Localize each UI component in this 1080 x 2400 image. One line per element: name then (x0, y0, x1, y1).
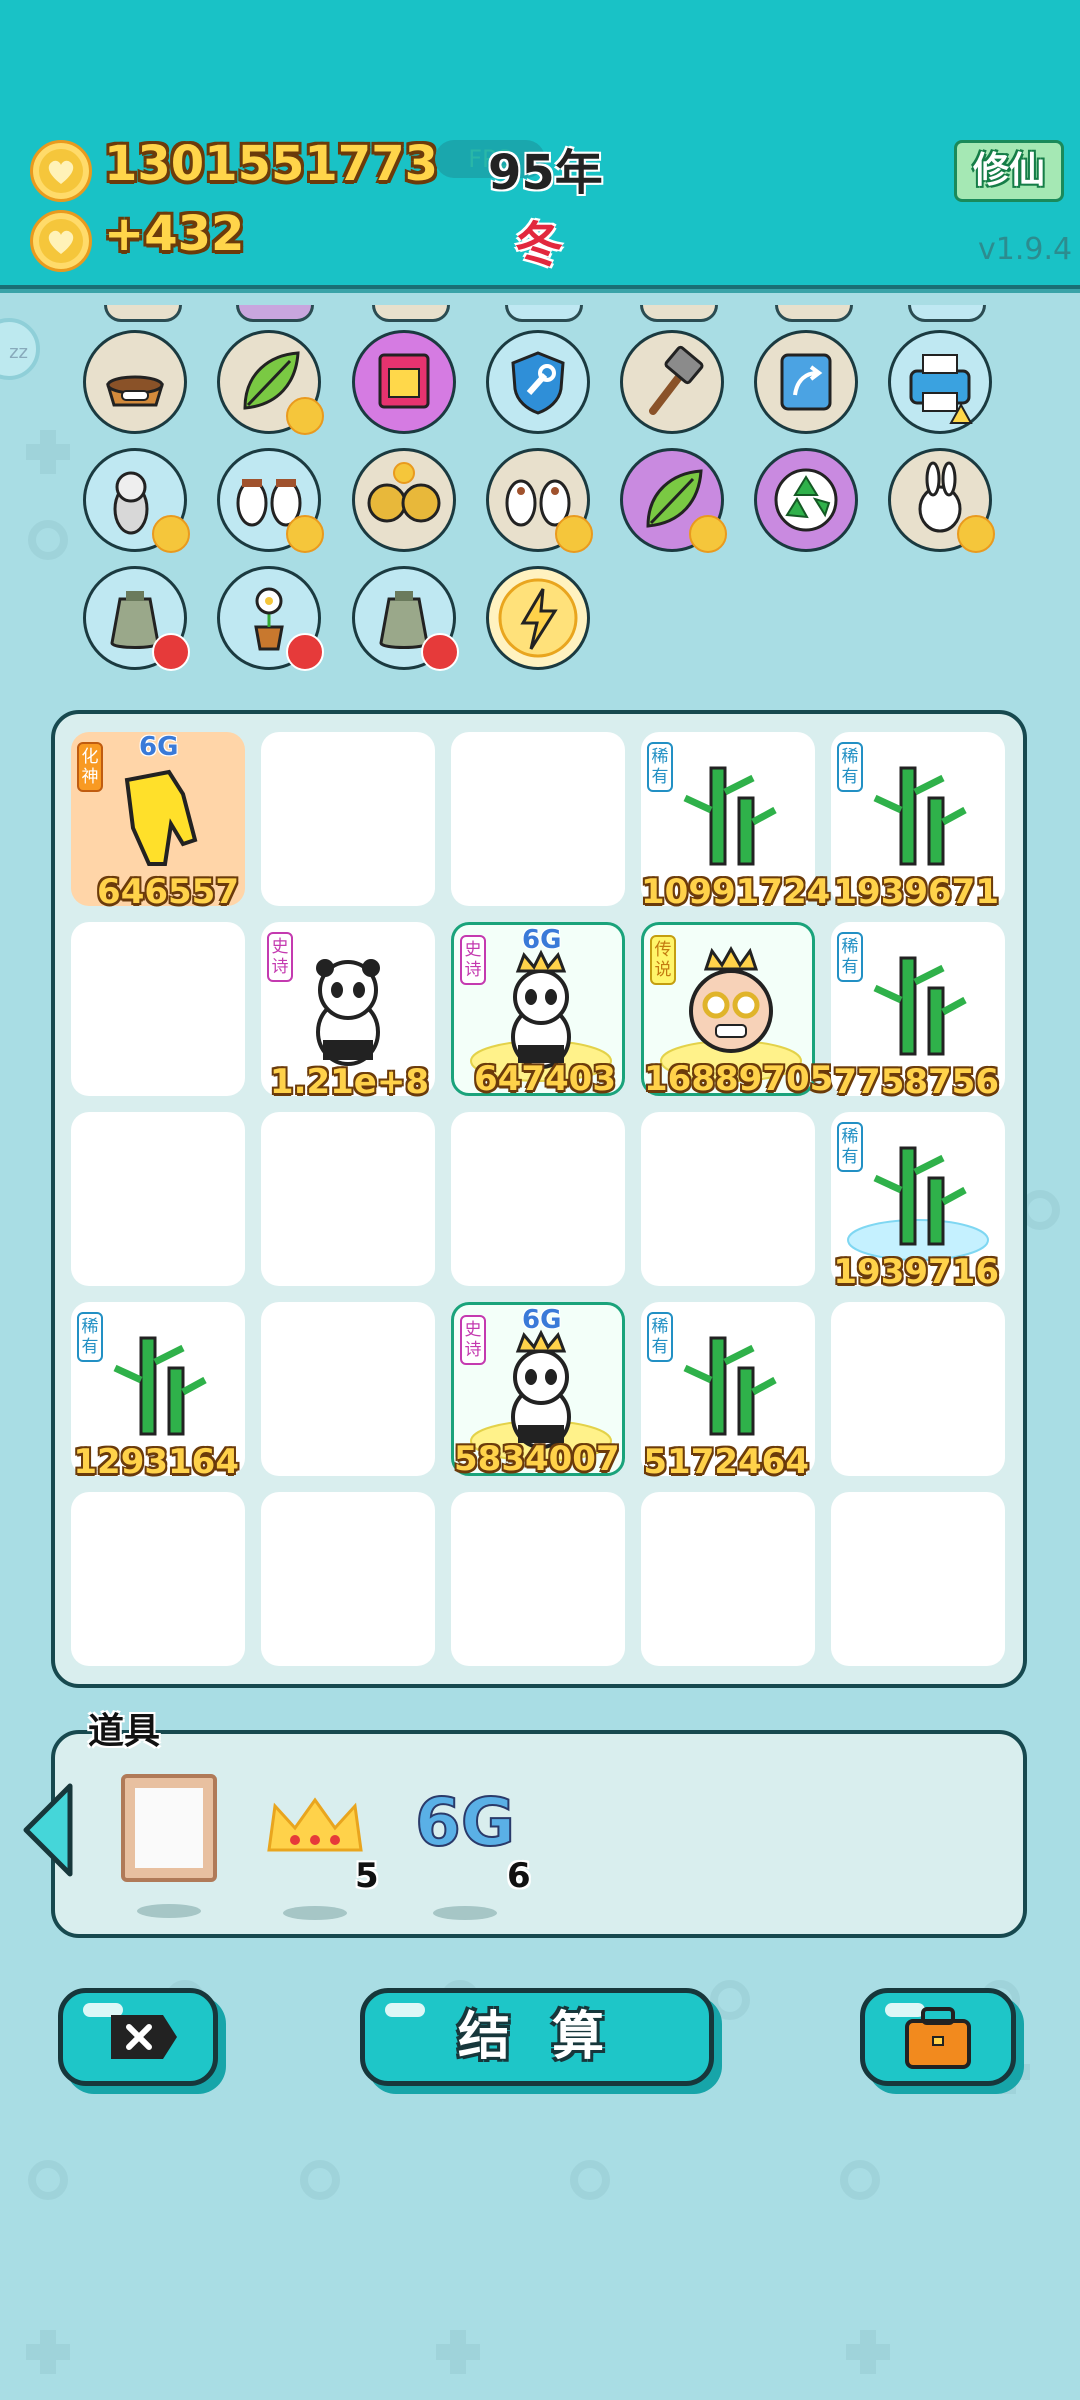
board-cell[interactable]: 稀有 7758756 (831, 922, 1005, 1102)
board-cell[interactable] (71, 1112, 245, 1286)
game-board: 化神 6G 646557 稀有 10991724 稀有 1939671 史诗 1… (51, 710, 1027, 1688)
board-cell[interactable] (831, 1492, 1005, 1666)
frame-icon (121, 1774, 217, 1882)
leaf-purple-icon[interactable] (620, 448, 727, 553)
briefcase-icon (905, 2007, 971, 2069)
heart-badge-icon (957, 515, 995, 553)
board-cell[interactable] (71, 1492, 245, 1666)
recycle-icon[interactable] (754, 448, 858, 552)
coin-icon (30, 140, 92, 202)
board-cell[interactable] (451, 732, 625, 906)
arrow-card-icon[interactable] (754, 330, 858, 434)
board-cell[interactable]: 史诗 6G 647403 (451, 922, 625, 1099)
xiuxian-button[interactable]: 修仙 (954, 140, 1064, 202)
board-cell[interactable] (831, 1302, 1005, 1476)
scroll-peek-icon (908, 305, 986, 322)
heart-badge-icon (286, 515, 324, 553)
board-cell[interactable]: 史诗 6G 5834007 (451, 1302, 625, 1479)
cell-value: 1293164 (73, 1442, 239, 1482)
scroll-peek-icon (236, 305, 314, 322)
coin-count: 1301551773 (104, 136, 438, 192)
version-label: v1.9.4 (978, 232, 1073, 267)
twin-cats-icon[interactable] (352, 448, 456, 552)
twin-horses-icon[interactable] (217, 448, 324, 553)
cell-value: 10991724 (641, 872, 831, 912)
six-g-count: 6 (507, 1856, 531, 1896)
board-cell[interactable] (451, 1492, 625, 1666)
six-g-tool[interactable]: 6G 6 (414, 1783, 531, 1920)
board-cell[interactable] (261, 1492, 435, 1666)
shield-wrench-icon[interactable] (486, 330, 590, 434)
crown-tool[interactable]: 5 (265, 1794, 379, 1920)
settle-button[interactable]: 结 算 (360, 1988, 714, 2086)
income-coin-icon (30, 210, 92, 272)
remove-badge-icon (421, 633, 459, 671)
bag-button[interactable] (860, 1988, 1016, 2086)
twin-cows-icon[interactable] (486, 448, 593, 553)
potted-flower-icon[interactable] (217, 566, 324, 671)
heart-badge-icon (555, 515, 593, 553)
hammer-icon[interactable] (620, 330, 724, 434)
board-cell[interactable] (451, 1112, 625, 1286)
cell-value: 5834007 (454, 1439, 620, 1479)
board-cell[interactable]: 史诗 1.21e+8 (261, 922, 435, 1102)
sack-icon[interactable] (83, 566, 190, 671)
cell-value: 646557 (97, 872, 239, 912)
board-cell[interactable] (261, 732, 435, 906)
cell-value: 647403 (474, 1059, 616, 1099)
rabbit-icon[interactable] (888, 448, 995, 553)
cell-value: 7758756 (833, 1062, 999, 1102)
tools-panel: 5 6G 6 (51, 1730, 1027, 1938)
season-label: 冬 (515, 217, 564, 273)
scroll-left-icon[interactable] (18, 1780, 78, 1880)
board-cell[interactable] (261, 1302, 435, 1476)
cell-value: 5172464 (643, 1442, 809, 1482)
scroll-peek-icon (505, 305, 583, 322)
leaf-icon[interactable] (217, 330, 324, 435)
frame-tool[interactable] (119, 1772, 219, 1918)
cell-value: 1939716 (833, 1252, 999, 1292)
board-cell[interactable]: 稀有 1939716 (831, 1112, 1005, 1292)
lightning-icon[interactable] (486, 566, 590, 670)
remove-badge-icon (286, 633, 324, 671)
scroll-peek-icon (775, 305, 853, 322)
scroll-peek-icon (372, 305, 450, 322)
close-icon (111, 2015, 177, 2059)
close-button[interactable] (58, 1988, 218, 2086)
board-cell[interactable]: 传说 16889705 (641, 922, 834, 1099)
remove-badge-icon (152, 633, 190, 671)
crown-count: 5 (355, 1856, 379, 1896)
heart-badge-icon (689, 515, 727, 553)
board-cell[interactable]: 化神 6G 646557 (71, 732, 245, 912)
board-cell[interactable]: 稀有 1939671 (831, 732, 1005, 912)
crown-icon (267, 1797, 363, 1852)
settle-button-label: 结 算 (457, 2007, 617, 2067)
printer-icon[interactable] (888, 330, 992, 434)
heart-badge-icon (286, 397, 324, 435)
board-cell[interactable] (641, 1492, 815, 1666)
cell-value: 1939671 (833, 872, 999, 912)
board-cell[interactable] (261, 1112, 435, 1286)
top-bar: 1301551773 +432 FPS 95年 冬 修仙 v1.9.4 (0, 0, 1080, 293)
cell-value: 16889705 (644, 1059, 834, 1099)
dog-food-icon[interactable] (83, 330, 187, 434)
cell-value: 1.21e+8 (269, 1062, 429, 1102)
scroll-peek-icon (104, 305, 182, 322)
year-label: 95年 (488, 145, 603, 201)
board-cell[interactable] (641, 1112, 815, 1286)
income-rate: +432 (104, 206, 245, 262)
heart-badge-icon (152, 515, 190, 553)
sack-icon[interactable] (352, 566, 459, 671)
gift-box-icon[interactable] (352, 330, 456, 434)
husky-icon[interactable] (83, 448, 190, 553)
tools-label: 道具 (88, 1711, 161, 1752)
six-g-icon: 6G (414, 1783, 516, 1862)
board-cell[interactable]: 稀有 10991724 (641, 732, 830, 912)
board-cell[interactable]: 稀有 1293164 (71, 1302, 245, 1482)
board-cell[interactable] (71, 922, 245, 1096)
board-cell[interactable]: 稀有 5172464 (641, 1302, 815, 1482)
scroll-peek-icon (640, 305, 718, 322)
